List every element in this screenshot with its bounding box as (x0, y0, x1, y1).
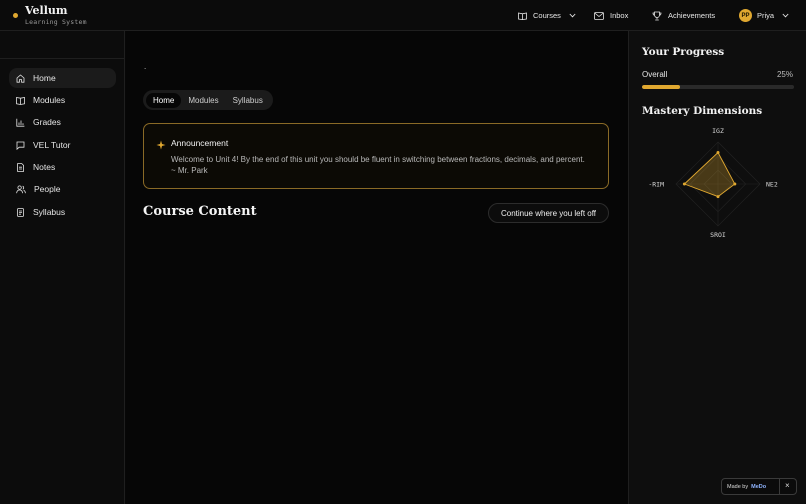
announcement-body: Welcome to Unit 4! By the end of this un… (171, 155, 585, 175)
radar-axis-label: -RIM (648, 181, 664, 189)
course-content-heading: Course Content (143, 204, 257, 219)
tab-modules[interactable]: Modules (181, 93, 225, 108)
badge-divider (779, 479, 780, 494)
made-by-badge[interactable]: Made by MeDo × (721, 478, 797, 495)
note-icon (17, 162, 24, 172)
sidebar-item-label: People (34, 184, 61, 194)
overall-label: Overall (642, 70, 668, 79)
announcement-title: Announcement (171, 138, 229, 148)
radar-value-area (683, 151, 736, 198)
announcement-card: Announcement Welcome to Unit 4! By the e… (143, 123, 609, 189)
continue-button[interactable]: Continue where you left off (488, 203, 609, 223)
inbox-label: Inbox (610, 11, 629, 20)
trophy-icon (652, 11, 662, 20)
close-icon[interactable]: × (785, 481, 790, 490)
chat-icon (16, 141, 25, 150)
radar-axis-label: IGZ (712, 127, 724, 135)
radar-axis-label: SROI (710, 231, 726, 239)
course-tabs: Home Modules Syllabus (143, 90, 273, 110)
mastery-radar-chart: IGZ NE2 SROI -RIM (648, 127, 778, 239)
chevron-down-icon (569, 13, 576, 18)
achievements-button[interactable]: Achievements (652, 8, 715, 23)
sidebar-item-label: Home (33, 73, 56, 83)
book-icon (16, 96, 25, 105)
main-content: . Home Modules Syllabus Announcement Wel… (126, 31, 628, 504)
avatar: PP (739, 9, 752, 22)
medo-logo: MeDo (751, 483, 767, 490)
overall-progress-bar (642, 85, 794, 89)
overall-progress-fill (642, 85, 680, 89)
made-by-text: Made by (727, 483, 749, 490)
sidebar-item-notes[interactable]: Notes (9, 157, 116, 177)
progress-title: Your Progress (642, 46, 725, 58)
page-marker: . (144, 62, 147, 71)
brand-subtitle: Learning System (25, 18, 87, 26)
sparkle-icon (156, 140, 166, 150)
book-open-icon (518, 12, 527, 20)
brand-dot (13, 13, 18, 18)
tab-syllabus[interactable]: Syllabus (226, 93, 270, 108)
courses-label: Courses (533, 11, 561, 20)
tab-home[interactable]: Home (146, 92, 182, 108)
home-icon (16, 73, 25, 83)
sidebar-item-label: VEL Tutor (33, 140, 71, 150)
sidebar-item-label: Syllabus (33, 207, 66, 217)
progress-panel: Your Progress Overall 25% Mastery Dimens… (628, 31, 806, 504)
radar-point (682, 182, 686, 186)
people-icon (16, 184, 26, 193)
courses-menu-button[interactable]: Courses (518, 8, 582, 23)
sidebar-item-modules[interactable]: Modules (9, 90, 116, 110)
radar-axis-label: NE2 (766, 181, 778, 189)
document-icon (17, 207, 24, 217)
sidebar-item-label: Grades (33, 117, 61, 127)
inbox-button[interactable]: Inbox (594, 8, 628, 23)
radar-point (716, 195, 720, 199)
sidebar-item-people[interactable]: People (9, 179, 116, 199)
overall-percent: 25% (776, 70, 793, 79)
sidebar-item-label: Modules (33, 95, 66, 105)
sidebar-item-syllabus[interactable]: Syllabus (9, 202, 116, 222)
chevron-down-icon (782, 13, 789, 18)
sidebar-item-vel-tutor[interactable]: VEL Tutor (9, 135, 116, 155)
bar-chart-icon (16, 118, 25, 127)
mail-icon (594, 11, 604, 20)
achievements-label: Achievements (668, 11, 716, 20)
radar-point (733, 182, 737, 186)
mastery-title: Mastery Dimensions (642, 105, 763, 117)
sidebar-item-home[interactable]: Home (9, 68, 116, 88)
top-bar: Vellum Learning System Courses Inbox Ach… (0, 0, 806, 31)
sidebar-divider (0, 58, 125, 59)
brand-name[interactable]: Vellum (25, 4, 68, 17)
sidebar: Home Modules Grades VEL Tutor Notes Peop… (0, 31, 125, 504)
sidebar-item-label: Notes (33, 162, 56, 172)
user-menu-button[interactable]: PP Priya (739, 8, 795, 23)
radar-point (716, 151, 720, 154)
user-name: Priya (757, 11, 775, 20)
sidebar-item-grades[interactable]: Grades (9, 112, 116, 132)
